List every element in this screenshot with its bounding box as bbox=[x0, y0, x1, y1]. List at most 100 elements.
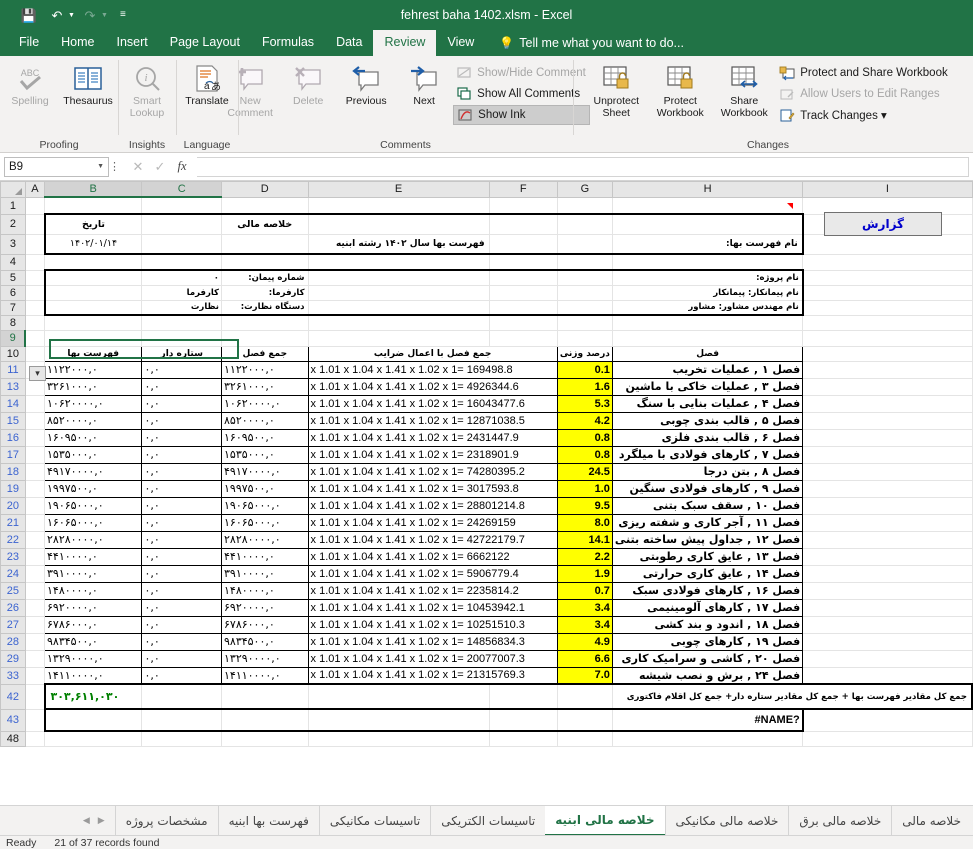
undo-icon[interactable]: ↶ bbox=[44, 4, 70, 26]
sheet-nav-prev-icon[interactable]: ◀ bbox=[83, 815, 90, 826]
previous-comment-button[interactable]: Previous bbox=[337, 59, 395, 108]
row-header-18[interactable]: 18 bbox=[1, 463, 26, 480]
row-header-5[interactable]: 5 bbox=[1, 270, 26, 285]
show-ink-button[interactable]: Show Ink bbox=[453, 105, 590, 125]
allow-users-edit-ranges-button[interactable]: Allow Users to Edit Ranges bbox=[776, 84, 951, 104]
column-header-f[interactable]: F bbox=[489, 182, 557, 198]
row-header-21[interactable]: 21 bbox=[1, 514, 26, 531]
tab-view[interactable]: View bbox=[436, 30, 485, 56]
sheet-nav-next-icon[interactable]: ▶ bbox=[98, 815, 105, 826]
tab-formulas[interactable]: Formulas bbox=[251, 30, 325, 56]
row-header-4[interactable]: 4 bbox=[1, 254, 26, 270]
cell-fehrest-18: ۱۴۱۱۰۰۰۰,۰ bbox=[45, 667, 142, 684]
row-header-17[interactable]: 17 bbox=[1, 446, 26, 463]
column-header-c[interactable]: C bbox=[142, 182, 222, 198]
filter-dropdown-icon[interactable]: ▾ bbox=[29, 366, 46, 381]
confirm-edit-icon[interactable]: ✓ bbox=[149, 159, 171, 175]
share-workbook-button[interactable]: Share Workbook bbox=[712, 59, 776, 119]
show-hide-comment-button[interactable]: Show/Hide Comment bbox=[453, 63, 590, 83]
tab-file[interactable]: File bbox=[8, 30, 50, 56]
track-changes-button[interactable]: Track Changes ▾ bbox=[776, 105, 951, 125]
row-header-26[interactable]: 26 bbox=[1, 599, 26, 616]
protect-workbook-button[interactable]: Protect Workbook bbox=[648, 59, 712, 119]
row-header-20[interactable]: 20 bbox=[1, 497, 26, 514]
row-header-6[interactable]: 6 bbox=[1, 285, 26, 300]
show-all-comments-button[interactable]: Show All Comments bbox=[453, 84, 590, 104]
sheet-tab-7[interactable]: مشخصات پروژه bbox=[115, 806, 218, 836]
column-header-d[interactable]: D bbox=[222, 182, 309, 198]
sheet-tab-1[interactable]: خلاصه مالی برق bbox=[788, 806, 891, 836]
row-header-2[interactable]: 2 bbox=[1, 214, 26, 234]
customize-qat-icon[interactable]: ≡ bbox=[110, 4, 136, 26]
row-header-33[interactable]: 33 bbox=[1, 667, 26, 684]
column-header-a[interactable]: A bbox=[25, 182, 44, 198]
cell-a23 bbox=[25, 548, 44, 565]
row-header-19[interactable]: 19 bbox=[1, 480, 26, 497]
column-header-e[interactable]: E bbox=[308, 182, 489, 198]
row-header-13[interactable]: 13 bbox=[1, 378, 26, 395]
row-header-10[interactable]: 10 bbox=[1, 346, 26, 361]
cell-i7 bbox=[803, 300, 972, 315]
row-header-22[interactable]: 22 bbox=[1, 531, 26, 548]
tab-page-layout[interactable]: Page Layout bbox=[159, 30, 251, 56]
row-header-23[interactable]: 23 bbox=[1, 548, 26, 565]
column-header-i[interactable]: I bbox=[803, 182, 972, 198]
tab-data[interactable]: Data bbox=[325, 30, 373, 56]
row-header-43[interactable]: 43 bbox=[1, 709, 26, 731]
row-header-3[interactable]: 3 bbox=[1, 234, 26, 254]
new-comment-button[interactable]: New Comment bbox=[221, 59, 279, 119]
thesaurus-button[interactable]: Thesaurus bbox=[59, 59, 117, 108]
delete-comment-button[interactable]: Delete bbox=[279, 59, 337, 108]
sheet-tab-3[interactable]: خلاصه مالی ابنیه bbox=[545, 806, 664, 836]
tab-review[interactable]: Review bbox=[373, 30, 436, 56]
smart-lookup-button[interactable]: i Smart Lookup bbox=[118, 59, 176, 119]
sheet-tab-2[interactable]: خلاصه مالی مکانیکی bbox=[665, 806, 789, 836]
row-header-11[interactable]: 11 bbox=[1, 361, 26, 378]
cell-formula-9: x 1.01 x 1.04 x 1.41 x 1.02 x 1= 2426915… bbox=[308, 514, 557, 531]
name-box-dropdown-icon[interactable]: ▼ bbox=[97, 163, 104, 170]
row-header-7[interactable]: 7 bbox=[1, 300, 26, 315]
sheet-tab-0[interactable]: خلاصه مالی bbox=[891, 806, 971, 836]
unprotect-sheet-button[interactable]: Unprotect Sheet bbox=[584, 59, 648, 119]
row-header-48[interactable]: 48 bbox=[1, 731, 26, 746]
report-button[interactable]: گزارش bbox=[824, 212, 942, 236]
row-header-27[interactable]: 27 bbox=[1, 616, 26, 633]
tell-me-search[interactable]: 💡 Tell me what you want to do... bbox=[485, 30, 684, 56]
column-header-h[interactable]: H bbox=[612, 182, 802, 198]
row-header-24[interactable]: 24 bbox=[1, 565, 26, 582]
sheet-tab-5[interactable]: تاسیسات مکانیکی bbox=[319, 806, 430, 836]
cell-jam-1: ۳۲۶۱۰۰۰,۰ bbox=[222, 378, 309, 395]
next-comment-button[interactable]: Next bbox=[395, 59, 453, 108]
select-all-corner[interactable] bbox=[1, 182, 26, 198]
insert-function-icon[interactable]: fx bbox=[171, 159, 193, 174]
cell-b9[interactable] bbox=[45, 330, 142, 346]
row-header-9[interactable]: 9 bbox=[1, 330, 26, 346]
cell-fehrest-6: ۴۹۱۷۰۰۰۰,۰ bbox=[45, 463, 142, 480]
undo-dropdown-icon[interactable]: ▼ bbox=[68, 12, 75, 19]
protect-and-share-workbook-button[interactable]: Protect and Share Workbook bbox=[776, 63, 951, 83]
row-header-16[interactable]: 16 bbox=[1, 429, 26, 446]
row-header-42[interactable]: 42 bbox=[1, 684, 26, 709]
sheet-tab-4[interactable]: تاسیسات الکتریکی bbox=[430, 806, 545, 836]
tab-home[interactable]: Home bbox=[50, 30, 105, 56]
spelling-button[interactable]: ABC Spelling bbox=[1, 59, 59, 108]
formula-input[interactable] bbox=[197, 157, 969, 177]
row-header-8[interactable]: 8 bbox=[1, 315, 26, 330]
name-box[interactable]: B9 ▼ bbox=[4, 157, 109, 177]
sheet-tab-6[interactable]: فهرست بها ابنیه bbox=[218, 806, 319, 836]
cancel-edit-icon[interactable]: ✕ bbox=[127, 159, 149, 175]
row-header-25[interactable]: 25 bbox=[1, 582, 26, 599]
column-header-g[interactable]: G bbox=[557, 182, 612, 198]
save-icon[interactable]: 💾 bbox=[16, 4, 42, 26]
sheet-tab-bar: خلاصه مالی خلاصه مالی برق خلاصه مالی مکا… bbox=[0, 805, 973, 835]
row-header-14[interactable]: 14 bbox=[1, 395, 26, 412]
cell-c9[interactable] bbox=[142, 330, 222, 346]
cell-b48 bbox=[45, 731, 142, 746]
row-header-15[interactable]: 15 bbox=[1, 412, 26, 429]
cell-f43 bbox=[489, 709, 557, 731]
row-header-1[interactable]: 1 bbox=[1, 197, 26, 214]
column-header-b[interactable]: B bbox=[45, 182, 142, 198]
tab-insert[interactable]: Insert bbox=[106, 30, 159, 56]
row-header-29[interactable]: 29 bbox=[1, 650, 26, 667]
row-header-28[interactable]: 28 bbox=[1, 633, 26, 650]
